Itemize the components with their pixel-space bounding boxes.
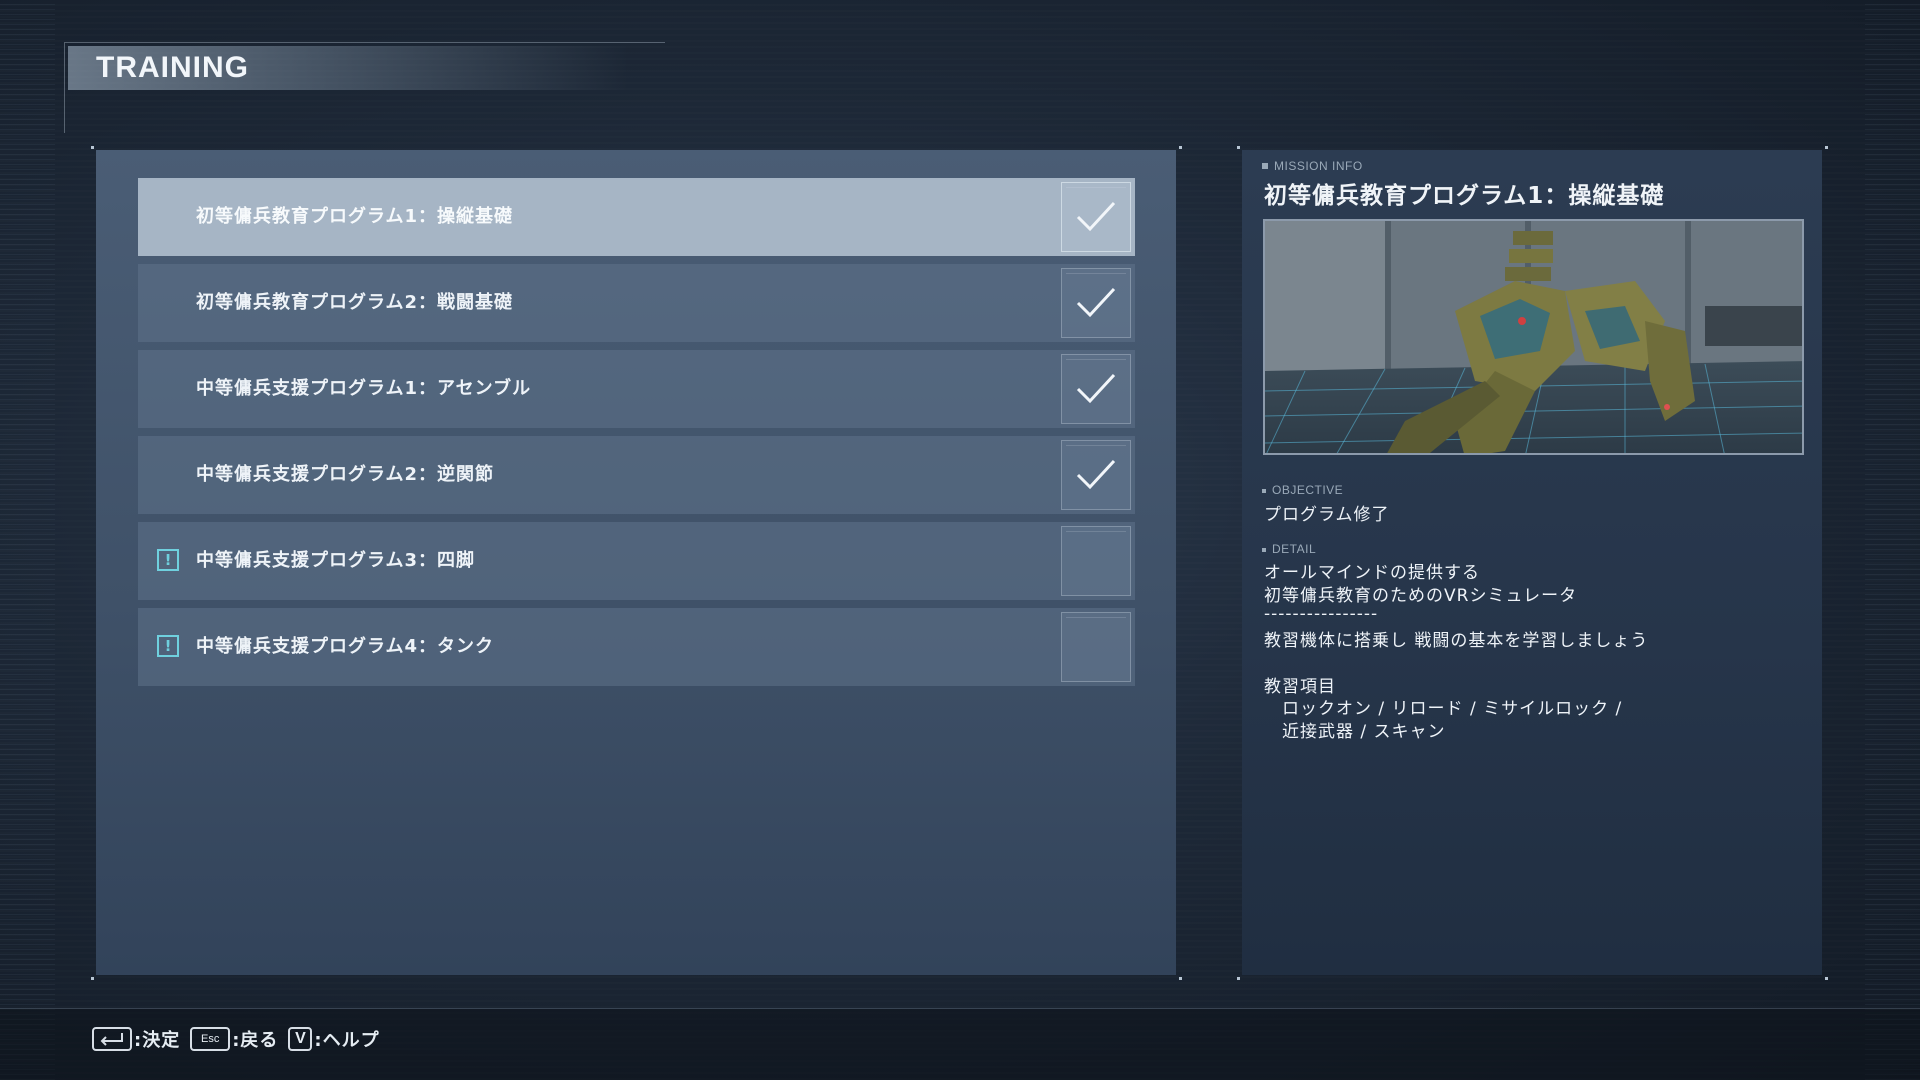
left-edge-pattern — [0, 0, 55, 1080]
v-key-icon[interactable]: V — [288, 1027, 313, 1051]
mission-info-header: MISSION INFO — [1262, 159, 1363, 173]
objective-header-label: OBJECTIVE — [1272, 483, 1344, 497]
panel-corner — [1237, 146, 1240, 149]
detail-line: 教習機体に搭乗し 戦闘の基本を学習しましょう — [1264, 631, 1649, 651]
square-bullet-icon — [1262, 163, 1268, 169]
back-label: :戻る — [232, 1030, 279, 1051]
control-hints: :決定 Esc :戻る V :ヘルプ — [92, 1026, 390, 1052]
mission-info-title: 初等傭兵教育プログラム1：操縦基礎 — [1264, 183, 1665, 209]
completion-status-box — [1061, 268, 1131, 338]
completion-status-box — [1061, 612, 1131, 682]
panel-corner — [1179, 977, 1182, 980]
square-bullet-icon — [1262, 489, 1266, 493]
mission-row[interactable]: ! 中等傭兵支援プログラム3：四脚 — [138, 522, 1135, 600]
mech-illustration — [1265, 221, 1802, 453]
mission-row[interactable]: 中等傭兵支援プログラム2：逆関節 — [138, 436, 1135, 514]
completion-status-box — [1061, 354, 1131, 424]
alert-icon: ! — [157, 549, 179, 571]
check-icon — [1076, 201, 1116, 232]
panel-corner — [91, 977, 94, 980]
esc-key-icon[interactable]: Esc — [190, 1027, 231, 1051]
panel-corner — [91, 146, 94, 149]
panel-corner — [1825, 146, 1828, 149]
mission-label: 中等傭兵支援プログラム1：アセンブル — [196, 378, 532, 399]
check-icon — [1076, 459, 1116, 490]
mission-row[interactable]: 初等傭兵教育プログラム2：戦闘基礎 — [138, 264, 1135, 342]
objective-header: OBJECTIVE — [1262, 483, 1343, 497]
status-box-decoration — [1066, 531, 1126, 592]
mission-label: 中等傭兵支援プログラム4：タンク — [196, 636, 494, 657]
square-bullet-icon — [1262, 548, 1266, 552]
mission-info-header-label: MISSION INFO — [1274, 159, 1363, 173]
help-label: :ヘルプ — [314, 1030, 380, 1051]
mission-row[interactable]: 中等傭兵支援プログラム1：アセンブル — [138, 350, 1135, 428]
panel-corner — [1825, 977, 1828, 980]
objective-text: プログラム修了 — [1264, 505, 1390, 525]
mission-preview-image — [1263, 219, 1804, 455]
enter-arrow-icon — [100, 1033, 123, 1046]
detail-line: ロックオン / リロード / ミサイルロック / — [1264, 699, 1623, 719]
detail-line: 初等傭兵教育のためのVRシミュレータ — [1264, 586, 1578, 606]
enter-key-icon[interactable] — [92, 1027, 132, 1051]
completion-status-box — [1061, 182, 1131, 252]
check-icon — [1076, 287, 1116, 318]
status-box-decoration — [1066, 617, 1126, 678]
check-icon — [1076, 373, 1116, 404]
completion-status-box — [1061, 526, 1131, 596]
detail-divider: ---------------- — [1264, 604, 1379, 624]
panel-corner — [1237, 977, 1240, 980]
panel-corner — [1179, 146, 1182, 149]
mission-label: 初等傭兵教育プログラム2：戦闘基礎 — [196, 292, 513, 313]
mission-row[interactable]: 初等傭兵教育プログラム1：操縦基礎 — [138, 178, 1135, 256]
mission-label: 中等傭兵支援プログラム2：逆関節 — [196, 464, 494, 485]
detail-line: オールマインドの提供する — [1264, 563, 1480, 583]
detail-line: 近接武器 / スキャン — [1264, 722, 1446, 742]
detail-header-label: DETAIL — [1272, 542, 1317, 556]
alert-icon: ! — [157, 635, 179, 657]
page-title: TRAINING — [96, 51, 249, 84]
completion-status-box — [1061, 440, 1131, 510]
detail-header: DETAIL — [1262, 542, 1316, 556]
confirm-label: :決定 — [134, 1030, 181, 1051]
mission-row[interactable]: ! 中等傭兵支援プログラム4：タンク — [138, 608, 1135, 686]
right-edge-pattern — [1865, 0, 1920, 1080]
mission-label: 初等傭兵教育プログラム1：操縦基礎 — [196, 206, 513, 227]
mission-label: 中等傭兵支援プログラム3：四脚 — [196, 550, 475, 571]
